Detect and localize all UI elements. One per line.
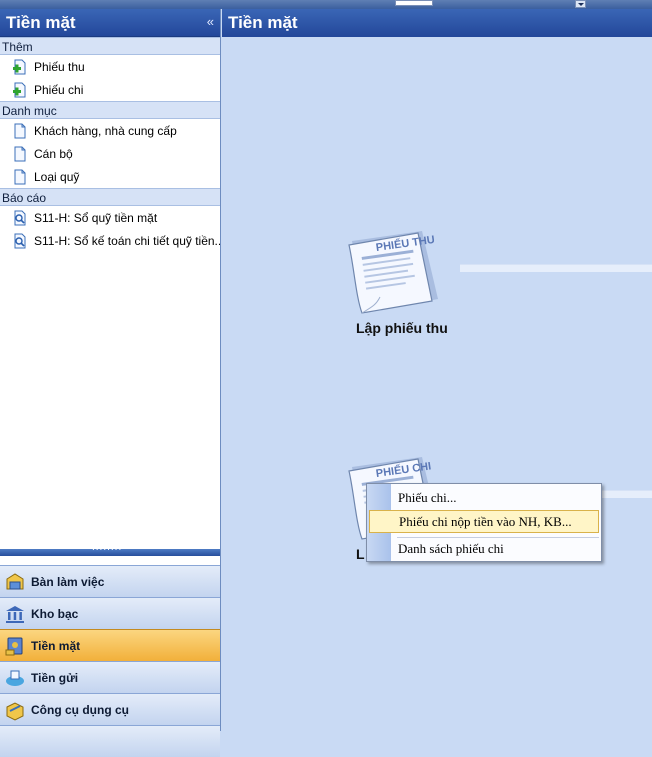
main-header: Tiền mặt (222, 9, 652, 37)
report-icon (14, 210, 26, 225)
collapse-icon[interactable]: « (207, 14, 214, 29)
add-document-icon (13, 59, 26, 74)
desk-icon (6, 572, 24, 589)
cash-safe-icon (5, 637, 23, 655)
document-icon (14, 169, 26, 184)
nav-tien-mat[interactable]: Tiền mặt (0, 629, 220, 661)
toolbar-dropdown-button[interactable] (575, 0, 586, 8)
report-icon (14, 233, 26, 248)
flow-connector (460, 264, 652, 272)
nav-cong-cu-dung-cu[interactable]: Công cụ dụng cụ (0, 693, 220, 725)
toolbar-field[interactable] (395, 0, 433, 6)
lap-phieu-chi-label[interactable]: L (356, 546, 365, 562)
menu-item-phieu-chi-nop-tien[interactable]: Phiếu chi nộp tiền vào NH, KB... (369, 510, 599, 533)
flow-connector (602, 490, 652, 498)
item-phieu-thu[interactable]: Phiếu thu (0, 55, 220, 78)
workspace: PHIẾU THU Lập phiếu thu PHIẾU CHI L (222, 37, 652, 731)
menu-item-danh-sach-phieu-chi[interactable]: Danh sách phiếu chi (369, 537, 599, 560)
lap-phieu-thu-label[interactable]: Lập phiếu thu (356, 320, 448, 336)
tools-icon (6, 701, 24, 721)
menu-item-phieu-chi[interactable]: Phiếu chi... (369, 486, 599, 509)
item-khach-hang[interactable]: Khách hàng, nhà cung cấp (0, 119, 220, 142)
nav-label: Tiền mặt (31, 638, 81, 653)
section-them[interactable]: Thêm (0, 37, 220, 55)
document-icon (14, 146, 26, 161)
nav-label: Tiền gửi (31, 670, 79, 685)
item-label: Loại quỹ (34, 169, 80, 184)
main-title: Tiền mặt (228, 13, 298, 32)
nav-more[interactable] (0, 725, 220, 757)
nav-tien-gui[interactable]: Tiền gửi (0, 661, 220, 693)
item-so-ke-toan-chi-tiet[interactable]: S11-H: Sổ kế toán chi tiết quỹ tiền... (0, 229, 220, 252)
section-danh-muc[interactable]: Danh mục (0, 101, 220, 119)
add-document-icon (13, 82, 26, 97)
nav-label: Kho bạc (31, 606, 79, 621)
item-label: Khách hàng, nhà cung cấp (34, 123, 177, 138)
section-bao-cao[interactable]: Báo cáo (0, 188, 220, 206)
nav-kho-bac[interactable]: Kho bạc (0, 597, 220, 629)
nav-label: Công cụ dụng cụ (31, 702, 129, 717)
bank-icon (6, 605, 24, 623)
left-panel-title: Tiền mặt (6, 13, 76, 32)
item-label: Cán bộ (34, 146, 73, 161)
item-can-bo[interactable]: Cán bộ (0, 142, 220, 165)
deposit-icon (6, 670, 24, 686)
item-label: Phiếu thu (34, 59, 85, 74)
item-phieu-chi[interactable]: Phiếu chi (0, 78, 220, 101)
item-label: S11-H: Sổ kế toán chi tiết quỹ tiền... (34, 233, 220, 248)
left-panel-header: Tiền mặt « (0, 9, 220, 37)
nav-label: Bàn làm việc (31, 574, 105, 589)
context-menu: Phiếu chi... Phiếu chi nộp tiền vào NH, … (366, 483, 602, 562)
nav-ban-lam-viec[interactable]: Bàn làm việc (0, 565, 220, 597)
item-loai-quy[interactable]: Loại quỹ (0, 165, 220, 188)
item-so-quy-tien-mat[interactable]: S11-H: Sổ quỹ tiền mặt (0, 206, 220, 229)
document-icon (14, 123, 26, 138)
item-label: S11-H: Sổ quỹ tiền mặt (34, 210, 158, 225)
top-toolbar (0, 0, 652, 9)
panel-splitter[interactable] (0, 542, 220, 556)
item-label: Phiếu chi (34, 82, 84, 97)
lap-phieu-thu-button[interactable]: PHIẾU THU (346, 227, 442, 317)
receipt-document-icon: PHIẾU THU (348, 231, 438, 314)
